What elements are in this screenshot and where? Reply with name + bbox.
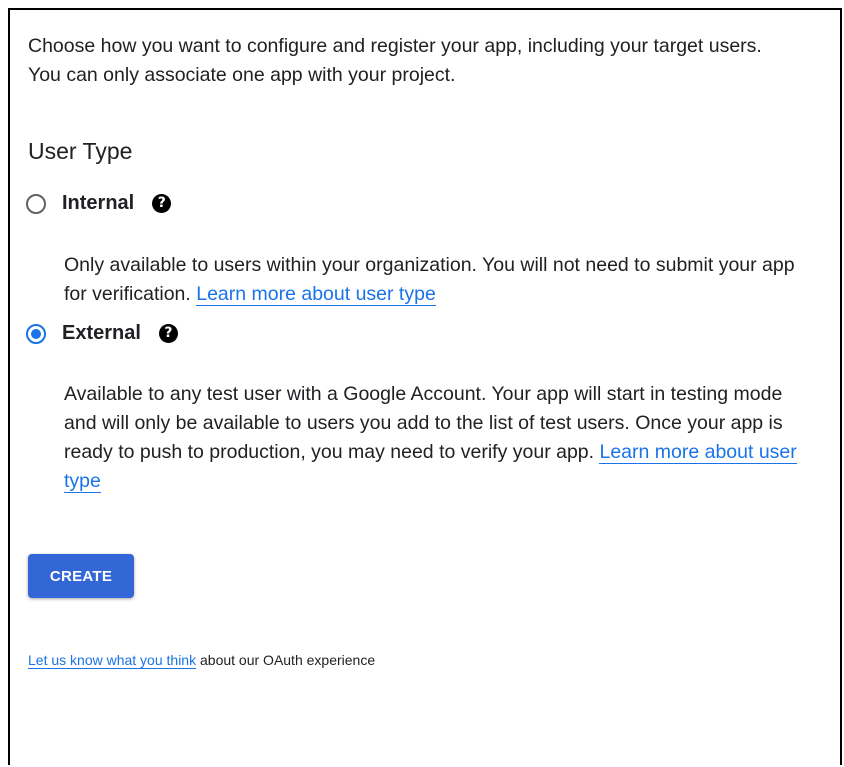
option-label-external: External xyxy=(62,322,141,344)
external-description: Available to any test user with a Google… xyxy=(64,380,804,496)
feedback-link[interactable]: Let us know what you think xyxy=(28,652,197,669)
feedback-text: about our OAuth experience xyxy=(200,652,376,668)
radio-option-external[interactable]: External ? xyxy=(26,322,178,345)
radio-external[interactable] xyxy=(26,323,46,344)
feedback-line: Let us know what you think about our OAu… xyxy=(28,650,375,670)
learn-more-link-internal[interactable]: Learn more about user type xyxy=(196,283,436,306)
radio-internal[interactable] xyxy=(26,193,46,214)
create-button[interactable]: CREATE xyxy=(28,554,134,598)
internal-description: Only available to users within your orga… xyxy=(64,251,804,309)
radio-option-internal[interactable]: Internal ? xyxy=(26,192,172,215)
help-icon[interactable]: ? xyxy=(158,324,178,343)
option-label-internal: Internal xyxy=(62,192,135,214)
user-type-title: User Type xyxy=(28,138,133,164)
intro-text: Choose how you want to configure and reg… xyxy=(28,35,762,86)
help-icon[interactable]: ? xyxy=(152,194,172,213)
